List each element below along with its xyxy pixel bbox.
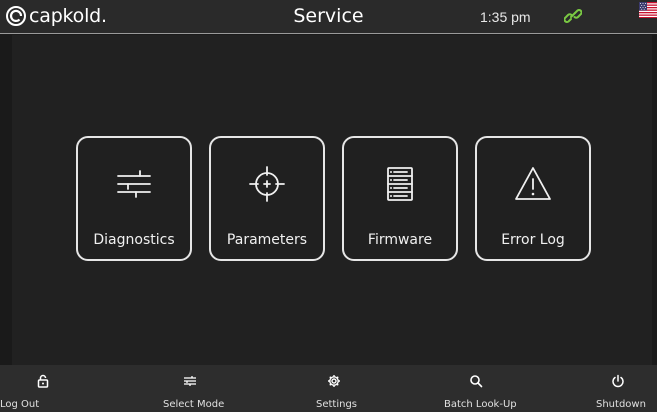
search-icon bbox=[470, 375, 483, 388]
sliders-icon bbox=[117, 170, 151, 198]
crosshair-icon bbox=[249, 166, 285, 202]
link-icon[interactable] bbox=[564, 6, 582, 26]
list-icon bbox=[387, 167, 413, 201]
clock: 1:35 pm bbox=[480, 9, 531, 25]
error-log-button[interactable]: Error Log bbox=[475, 136, 591, 261]
tile-label: Diagnostics bbox=[93, 232, 175, 248]
nav-label: Shutdown bbox=[596, 399, 646, 410]
diagnostics-button[interactable]: Diagnostics bbox=[76, 136, 192, 261]
shutdown-button[interactable]: Shutdown bbox=[585, 365, 657, 412]
power-icon bbox=[612, 374, 624, 388]
service-tiles: Diagnostics Parameters Firmware Error Lo… bbox=[76, 136, 591, 261]
gear-icon bbox=[328, 375, 340, 387]
bottom-nav: Log Out Select Mode Settings Batch Look-… bbox=[0, 365, 657, 412]
sliders-icon bbox=[184, 376, 196, 386]
log-out-button[interactable]: Log Out bbox=[0, 365, 70, 412]
nav-label: Log Out bbox=[0, 399, 40, 410]
nav-label: Batch Look-Up bbox=[444, 399, 517, 410]
warning-icon bbox=[515, 167, 551, 200]
nav-label: Settings bbox=[316, 399, 358, 410]
firmware-button[interactable]: Firmware bbox=[342, 136, 458, 261]
batch-lookup-button[interactable]: Batch Look-Up bbox=[430, 365, 530, 412]
top-bar: capkold. Service 1:35 pm bbox=[0, 0, 657, 34]
lock-icon bbox=[37, 374, 49, 388]
parameters-button[interactable]: Parameters bbox=[209, 136, 325, 261]
select-mode-button[interactable]: Select Mode bbox=[150, 365, 240, 412]
tile-label: Error Log bbox=[501, 232, 565, 248]
settings-button[interactable]: Settings bbox=[300, 365, 370, 412]
tile-label: Firmware bbox=[367, 232, 433, 248]
page-title: Service bbox=[293, 5, 364, 27]
tile-label: Parameters bbox=[226, 232, 308, 248]
us-flag-icon[interactable] bbox=[639, 2, 657, 18]
nav-label: Select Mode bbox=[163, 399, 225, 410]
